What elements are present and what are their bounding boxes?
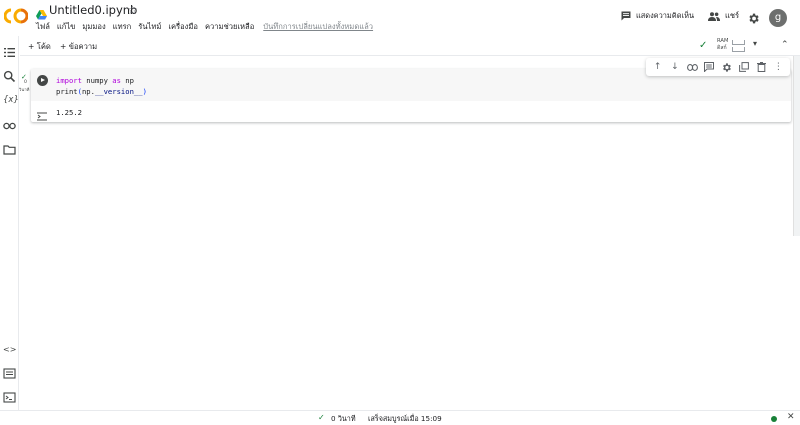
comment-label: แสดงความคิดเห็น xyxy=(636,11,694,20)
status-elapsed[interactable]: 0 วินาที xyxy=(331,414,356,425)
menu-edit[interactable]: แก้ไข xyxy=(57,21,76,33)
link-icon[interactable] xyxy=(686,61,698,73)
execution-count: 0 xyxy=(24,80,27,85)
code-attribute: __version__ xyxy=(94,87,143,96)
left-sidebar: {x} <> xyxy=(0,36,19,410)
status-completed[interactable]: เสร็จสมบูรณ์เมื่อ 15:09 xyxy=(368,414,442,425)
chevron-up-icon[interactable]: ⌃ xyxy=(781,40,789,50)
chevron-down-icon[interactable]: ▾ xyxy=(753,39,757,48)
notebook-title[interactable]: Untitled0.ipynb xyxy=(49,3,137,17)
gear-icon[interactable] xyxy=(747,10,760,24)
menu-file[interactable]: ไฟล์ xyxy=(36,21,50,33)
execution-time-unit: วินาที xyxy=(19,87,30,92)
code-keyword: import xyxy=(56,76,82,85)
menu-tools[interactable]: เครื่องมือ xyxy=(168,21,198,33)
code-text[interactable]: import numpy as np print(np.__version__) xyxy=(56,75,147,97)
menu-runtime[interactable]: รันไทม์ xyxy=(138,21,161,33)
connected-check-icon[interactable]: ✓ xyxy=(699,40,707,51)
menu-insert[interactable]: แทรก xyxy=(113,21,132,33)
code-snippets-icon[interactable]: <> xyxy=(3,343,16,356)
menu-view[interactable]: มุมมอง xyxy=(82,21,105,33)
menu-help[interactable]: ความช่วยเหลือ xyxy=(205,21,254,33)
run-cell-button[interactable] xyxy=(37,75,48,86)
resource-monitor[interactable]: RAM ดิสก์ xyxy=(717,38,728,52)
connection-status-dot xyxy=(771,416,777,422)
share-label: แชร์ xyxy=(725,11,740,20)
code-module: numpy xyxy=(81,76,113,85)
variables-icon[interactable]: {x} xyxy=(3,94,19,107)
cell-output: 1.25.2 xyxy=(56,108,82,117)
share-button[interactable]: แชร์ xyxy=(708,10,739,22)
code-alias: np xyxy=(120,76,134,85)
header: Untitled0.ipynb ☆ ไฟล์ แก้ไข มุมมอง แทรก… xyxy=(0,0,800,36)
menu-bar: ไฟล์ แก้ไข มุมมอง แทรก รันไทม์ เครื่องมื… xyxy=(36,21,373,33)
ram-usage-bar xyxy=(732,40,745,45)
move-up-icon[interactable]: ↑ xyxy=(652,61,664,73)
delete-icon[interactable] xyxy=(755,61,767,73)
code-paren: ) xyxy=(142,87,147,96)
scrollbar[interactable] xyxy=(793,56,800,236)
gear-icon[interactable] xyxy=(721,61,733,73)
code-cell[interactable]: import numpy as np print(np.__version__)… xyxy=(31,69,791,122)
comment-button[interactable]: แสดงความคิดเห็น xyxy=(621,10,694,22)
add-code-button[interactable]: + โค้ด xyxy=(28,41,51,53)
colab-logo[interactable] xyxy=(4,8,28,24)
close-icon[interactable]: ✕ xyxy=(787,412,795,422)
code-function: print xyxy=(56,87,78,96)
notebook-toolbar: + โค้ด + ข้อความ ✓ RAM ดิสก์ ▾ ⌃ xyxy=(20,37,800,56)
status-bar: ✓ 0 วินาที เสร็จสมบูรณ์เมื่อ 15:09 ✕ xyxy=(0,410,800,425)
star-icon[interactable]: ☆ xyxy=(127,2,138,18)
move-down-icon[interactable]: ↓ xyxy=(669,61,681,73)
avatar[interactable]: g xyxy=(769,9,787,27)
add-text-button[interactable]: + ข้อความ xyxy=(60,41,97,53)
code-object: np. xyxy=(81,87,95,96)
output-actions-icon[interactable] xyxy=(36,106,48,121)
table-of-contents-icon[interactable] xyxy=(3,46,16,59)
ram-label: RAM xyxy=(717,38,729,44)
comment-icon xyxy=(621,11,631,21)
disk-label: ดิสก์ xyxy=(717,45,727,51)
command-palette-icon[interactable] xyxy=(3,367,16,380)
status-check-icon: ✓ xyxy=(318,413,325,422)
comment-icon[interactable] xyxy=(703,61,715,73)
code-keyword: as xyxy=(112,76,121,85)
people-icon xyxy=(708,11,720,21)
cell-toolbar: ↑ ↓ ⋮ xyxy=(646,58,790,76)
saved-status-link[interactable]: บันทึกการเปลี่ยนแปลงทั้งหมดแล้ว xyxy=(263,21,373,33)
terminal-icon[interactable] xyxy=(3,391,16,404)
disk-usage-bar xyxy=(732,47,745,52)
more-options-icon[interactable]: ⋮ xyxy=(772,61,784,73)
folder-icon[interactable] xyxy=(3,143,16,156)
secrets-key-icon[interactable] xyxy=(3,119,16,132)
search-icon[interactable] xyxy=(3,70,16,83)
mirror-cell-icon[interactable] xyxy=(738,61,750,73)
drive-icon[interactable] xyxy=(36,5,47,20)
